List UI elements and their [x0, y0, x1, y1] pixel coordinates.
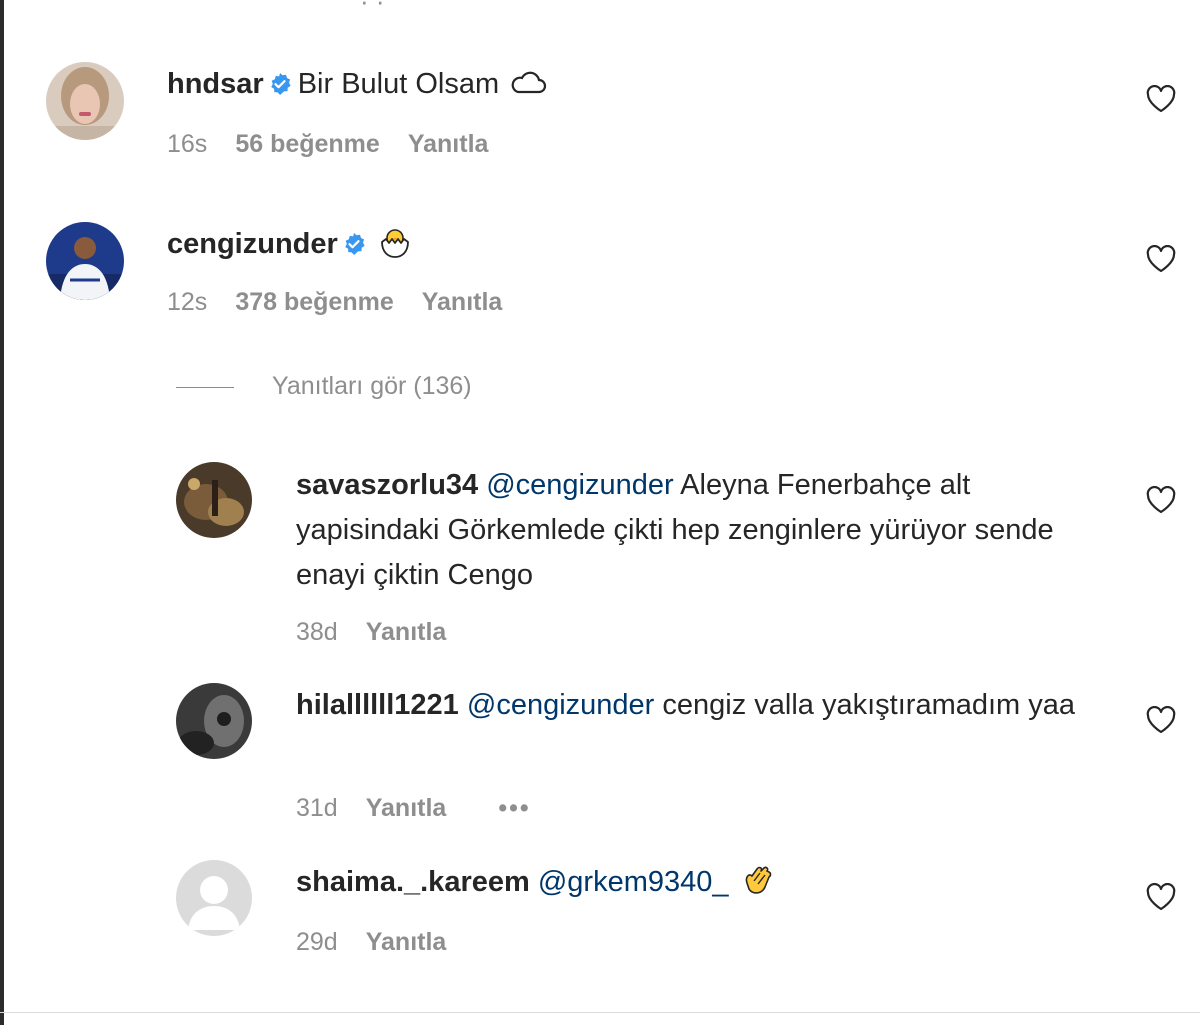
comment-body: savaszorlu34 @cengizunder Aleyna Fenerba… — [296, 463, 1106, 598]
comment-meta: 12s 378 beğenme Yanıtla — [167, 288, 502, 317]
comment-timestamp[interactable]: 16s — [167, 130, 207, 159]
previous-comment-clipped: · · — [360, 0, 385, 16]
clapping-hands-icon — [741, 863, 775, 897]
window-left-edge — [0, 0, 4, 1025]
comment-body: hilallllll1221 @cengizunder cengiz valla… — [296, 683, 1106, 728]
comment-meta: 29d Yanıtla — [296, 928, 446, 957]
comment-username[interactable]: shaima._.kareem — [296, 866, 530, 898]
reply-button[interactable]: Yanıtla — [408, 130, 489, 159]
avatar[interactable] — [46, 222, 124, 300]
avatar[interactable] — [176, 860, 252, 936]
comment-text: cengiz valla yakıştıramadım yaa — [662, 689, 1076, 721]
reply-button[interactable]: Yanıtla — [366, 794, 447, 823]
reply-button[interactable]: Yanıtla — [366, 618, 447, 647]
view-replies-divider — [176, 386, 234, 388]
like-heart-icon[interactable] — [1146, 882, 1176, 911]
like-heart-icon[interactable] — [1146, 705, 1176, 734]
comment-username[interactable]: hndsar — [167, 68, 264, 100]
comment-timestamp[interactable]: 12s — [167, 288, 207, 317]
view-replies-label: Yanıtları gör (136) — [272, 372, 472, 400]
comment-meta: 31d Yanıtla ••• — [296, 794, 531, 823]
mention-link[interactable]: @cengizunder — [467, 689, 654, 721]
comment-timestamp[interactable]: 29d — [296, 928, 338, 957]
comment-meta: 38d Yanıtla — [296, 618, 446, 647]
comment-username[interactable]: hilallllll1221 — [296, 689, 459, 721]
comment-body: shaima._.kareem @grkem9340_ — [296, 860, 1106, 905]
comment-body: hndsar Bir Bulut Olsam — [167, 62, 1067, 107]
comment-username[interactable]: savaszorlu34 — [296, 469, 478, 501]
mention-link[interactable]: @grkem9340_ — [538, 866, 729, 898]
comment-timestamp[interactable]: 31d — [296, 794, 338, 823]
avatar[interactable] — [46, 62, 124, 140]
reply-button[interactable]: Yanıtla — [422, 288, 503, 317]
comment-username[interactable]: cengizunder — [167, 228, 338, 260]
comment-meta: 16s 56 beğenme Yanıtla — [167, 130, 488, 159]
more-options-icon[interactable]: ••• — [498, 794, 530, 823]
verified-badge-icon — [268, 65, 292, 95]
divider — [0, 1012, 1200, 1013]
like-heart-icon[interactable] — [1146, 485, 1176, 514]
reply-button[interactable]: Yanıtla — [366, 928, 447, 957]
cloud-icon — [509, 65, 547, 99]
hatching-chick-icon — [378, 225, 412, 259]
comment-likes-count[interactable]: 56 beğenme — [235, 130, 380, 159]
like-heart-icon[interactable] — [1146, 244, 1176, 273]
view-replies-button[interactable]: Yanıtları gör (136) — [176, 372, 472, 401]
comment-likes-count[interactable]: 378 beğenme — [235, 288, 393, 317]
avatar[interactable] — [176, 683, 252, 759]
verified-badge-icon — [342, 225, 366, 255]
avatar[interactable] — [176, 462, 252, 538]
comment-timestamp[interactable]: 38d — [296, 618, 338, 647]
comment-text: Bir Bulut Olsam — [297, 68, 500, 100]
like-heart-icon[interactable] — [1146, 84, 1176, 113]
comment-body: cengizunder — [167, 222, 1067, 267]
mention-link[interactable]: @cengizunder — [486, 469, 673, 501]
